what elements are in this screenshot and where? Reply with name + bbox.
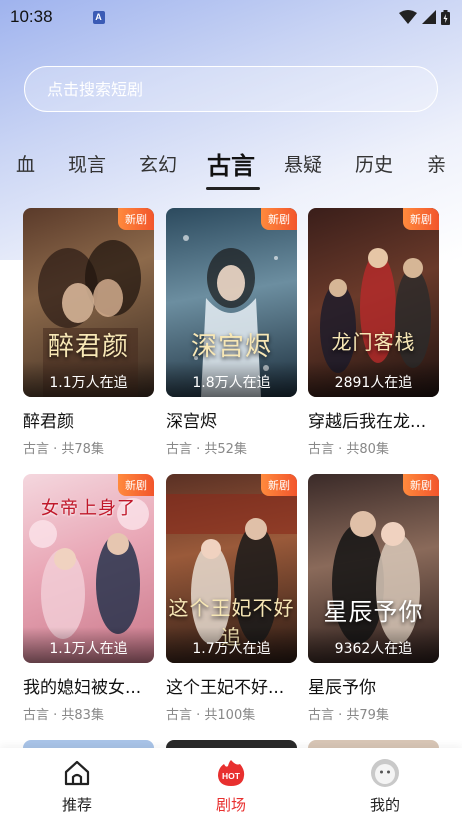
- new-badge: 新剧: [403, 208, 439, 230]
- drama-poster[interactable]: 星辰予你 新剧 9362人在追: [308, 474, 439, 663]
- drama-title[interactable]: 深宫烬: [166, 407, 297, 432]
- drama-poster[interactable]: 这个王妃不好追 新剧 1.7万人在追: [166, 474, 297, 663]
- tab-ancient-romance[interactable]: 古言: [207, 146, 255, 181]
- drama-meta: 古言 · 共52集: [166, 442, 247, 457]
- drama-meta: 古言 · 共83集: [23, 708, 104, 723]
- wifi-icon: [399, 10, 417, 24]
- drama-title[interactable]: 这个王妃不好...: [166, 673, 297, 698]
- new-badge: 新剧: [118, 208, 154, 230]
- nav-recommend[interactable]: 推荐: [0, 748, 154, 821]
- drama-poster[interactable]: 深宫烬 新剧 1.8万人在追: [166, 208, 297, 397]
- search-bar[interactable]: [24, 66, 438, 112]
- drama-title[interactable]: 我的媳妇被女...: [23, 673, 154, 698]
- drama-card[interactable]: 这个王妃不好追 新剧 1.7万人在追 这个王妃不好... 古言 · 共100集: [166, 474, 297, 723]
- active-tab-indicator: [206, 187, 260, 190]
- tab-modern-romance[interactable]: 现言: [68, 150, 106, 177]
- viewer-count: 1.7万人在追: [166, 627, 297, 663]
- poster-title: 星辰予你: [323, 598, 424, 626]
- tab-history[interactable]: 历史: [355, 150, 393, 177]
- drama-meta: 古言 · 共100集: [166, 708, 256, 723]
- hot-icon-text: HOT: [222, 771, 241, 781]
- nav-profile[interactable]: 我的: [308, 748, 462, 821]
- signal-icon: [422, 10, 436, 24]
- poster-title: 龙门客栈: [331, 330, 416, 354]
- drama-poster[interactable]: 女帝上身了 新剧 1.1万人在追: [23, 474, 154, 663]
- nav-label[interactable]: 我的: [370, 794, 400, 815]
- nav-label[interactable]: 剧场: [216, 794, 246, 815]
- category-tabs: 血 现言 玄幻 古言 悬疑 历史 亲: [0, 140, 462, 190]
- drama-meta: 古言 · 共78集: [23, 442, 104, 457]
- new-badge: 新剧: [261, 208, 297, 230]
- poster-title: 深宫烬: [190, 332, 272, 362]
- viewer-count: 1.8万人在追: [166, 361, 297, 397]
- viewer-count: 1.1万人在追: [23, 627, 154, 663]
- nav-theater[interactable]: HOT 剧场: [154, 748, 308, 821]
- status-time: 10:38: [10, 7, 53, 26]
- status-bar: 10:38 A: [0, 0, 462, 34]
- new-badge: 新剧: [403, 474, 439, 496]
- viewer-count: 1.1万人在追: [23, 361, 154, 397]
- new-badge: 新剧: [118, 474, 154, 496]
- notification-icon: A: [92, 10, 105, 24]
- tab-fantasy[interactable]: 玄幻: [139, 150, 177, 177]
- drama-card[interactable]: 醉君颜 新剧 1.1万人在追 醉君颜 古言 · 共78集: [23, 208, 154, 457]
- search-input[interactable]: [47, 79, 437, 99]
- drama-card[interactable]: 深宫烬 新剧 1.8万人在追 深宫烬 古言 · 共52集: [166, 208, 297, 457]
- drama-meta: 古言 · 共80集: [308, 442, 389, 457]
- drama-meta: 古言 · 共79集: [308, 708, 389, 723]
- drama-title[interactable]: 醉君颜: [23, 407, 154, 432]
- tab-family[interactable]: 亲: [427, 150, 446, 177]
- poster-title: 醉君颜: [47, 332, 129, 362]
- tab-blood[interactable]: 血: [16, 150, 35, 177]
- new-badge: 新剧: [261, 474, 297, 496]
- drama-poster[interactable]: 龙门客栈 新剧 2891人在追: [308, 208, 439, 397]
- poster-title: 女帝上身了: [41, 498, 136, 519]
- hot-icon[interactable]: HOT: [216, 758, 246, 788]
- battery-icon: [441, 9, 450, 25]
- bottom-nav: 推荐 HOT 剧场 我的: [0, 748, 462, 821]
- drama-poster[interactable]: 醉君颜 新剧 1.1万人在追: [23, 208, 154, 397]
- drama-title[interactable]: 穿越后我在龙...: [308, 407, 439, 432]
- drama-card[interactable]: 星辰予你 新剧 9362人在追 星辰予你 古言 · 共79集: [308, 474, 439, 723]
- home-icon[interactable]: [62, 758, 92, 788]
- tab-suspense[interactable]: 悬疑: [284, 150, 322, 177]
- drama-card[interactable]: 龙门客栈 新剧 2891人在追 穿越后我在龙... 古言 · 共80集: [308, 208, 439, 457]
- status-icons: [399, 9, 450, 25]
- nav-label[interactable]: 推荐: [62, 794, 92, 815]
- viewer-count: 9362人在追: [308, 627, 439, 663]
- drama-title[interactable]: 星辰予你: [308, 673, 439, 698]
- profile-icon[interactable]: [370, 758, 400, 788]
- drama-card[interactable]: 女帝上身了 新剧 1.1万人在追 我的媳妇被女... 古言 · 共83集: [23, 474, 154, 723]
- viewer-count: 2891人在追: [308, 361, 439, 397]
